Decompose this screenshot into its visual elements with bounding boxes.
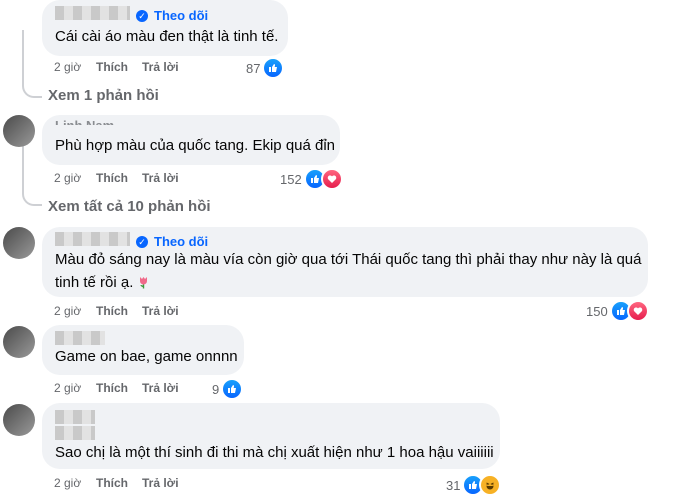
reaction-summary[interactable]: 87 (246, 57, 285, 79)
verified-icon: ✓ (136, 236, 148, 248)
reaction-summary[interactable]: 152 (280, 168, 343, 190)
commenter-name[interactable]: Linh Nam (55, 118, 114, 125)
avatar[interactable] (3, 326, 35, 358)
follow-link[interactable]: Theo dõi (154, 8, 208, 23)
thread-curve (22, 180, 42, 206)
reaction-count: 87 (246, 60, 261, 76)
comment-text: Sao chị là một thí sinh đi thi mà chị xu… (55, 444, 494, 461)
like-button[interactable]: Thích (96, 171, 128, 185)
comment-time[interactable]: 2 giờ (54, 304, 81, 318)
comment-text: Game on bae, game onnnn (55, 348, 238, 365)
avatar[interactable] (3, 115, 35, 147)
verified-icon: ✓ (136, 10, 148, 22)
comment-text-line: Màu đỏ sáng nay là màu vía còn giờ qua t… (55, 251, 642, 268)
reply-button[interactable]: Trả lời (142, 304, 179, 318)
reaction-summary[interactable]: 31 (446, 474, 502, 496)
commenter-name-blurred (55, 426, 95, 440)
follow-link[interactable]: Theo dõi (154, 234, 208, 249)
like-button[interactable]: Thích (96, 60, 128, 74)
reaction-summary[interactable]: 150 (586, 300, 649, 322)
comment-time[interactable]: 2 giờ (54, 60, 81, 74)
avatar[interactable] (3, 227, 35, 259)
view-replies-link[interactable]: Xem tất cả 10 phản hồi (48, 198, 211, 215)
comment-time[interactable]: 2 giờ (54, 381, 81, 395)
comment-text: Phù hợp màu của quốc tang. Ekip quá đỉn (55, 137, 336, 154)
comment-text-tail: tinh tế rồi ạ. (55, 274, 134, 291)
reply-button[interactable]: Trả lời (142, 381, 179, 395)
like-button[interactable]: Thích (96, 381, 128, 395)
commenter-name-blurred (55, 232, 130, 246)
thread-curve (22, 74, 42, 98)
reaction-count: 150 (586, 303, 608, 319)
reply-button[interactable]: Trả lời (142, 476, 179, 490)
commenter-name-blurred (55, 6, 130, 20)
commenter-name-blurred (55, 331, 105, 345)
reaction-count: 152 (280, 171, 302, 187)
comment-time[interactable]: 2 giờ (54, 171, 81, 185)
like-icon (262, 57, 285, 79)
comment-time[interactable]: 2 giờ (54, 476, 81, 490)
like-button[interactable]: Thích (96, 304, 128, 318)
love-icon (320, 168, 343, 190)
reaction-summary[interactable]: 9 (212, 378, 244, 400)
love-icon (626, 300, 649, 322)
haha-icon (479, 474, 502, 496)
commenter-name-blurred (55, 410, 95, 424)
like-button[interactable]: Thích (96, 476, 128, 490)
view-replies-link[interactable]: Xem 1 phản hồi (48, 87, 159, 104)
avatar[interactable] (3, 404, 35, 436)
tulip-emoji-icon (138, 274, 149, 289)
reply-button[interactable]: Trả lời (142, 60, 179, 74)
like-icon (221, 378, 244, 400)
reaction-count: 9 (212, 381, 220, 397)
reaction-count: 31 (446, 477, 461, 493)
reply-button[interactable]: Trả lời (142, 171, 179, 185)
comment-text-line: tinh tế rồi ạ. (55, 272, 149, 293)
comment-text: Cái cài áo màu đen thật là tinh tế. (55, 28, 279, 45)
